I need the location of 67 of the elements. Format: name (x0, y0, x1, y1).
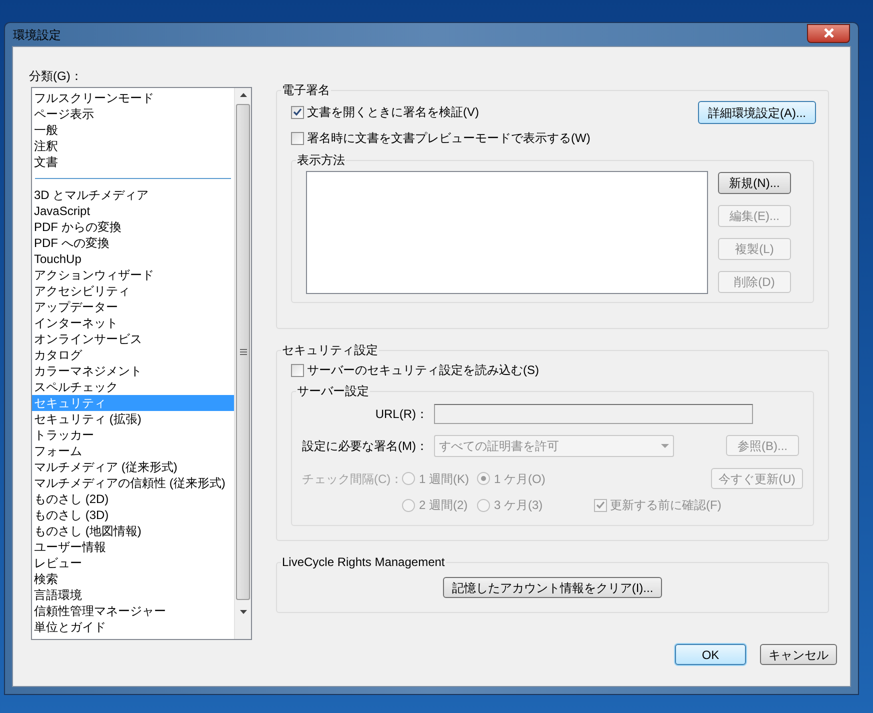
checkbox[interactable] (291, 106, 304, 118)
checkbox-label: サーバーのセキュリティ設定を読み込む(S) (307, 362, 539, 379)
dropdown-arrow-icon (661, 444, 669, 448)
window-title: 環境設定 (13, 26, 61, 44)
url-label: URL(R)： (374, 406, 429, 423)
ok-button[interactable]: OK (675, 644, 746, 665)
category-item[interactable]: ものさし (地図情報) (32, 523, 234, 539)
category-item[interactable]: 信頼性管理マネージャー (32, 603, 234, 619)
category-item[interactable]: 注釈 (32, 138, 234, 154)
category-item[interactable]: アクションウィザード (32, 267, 234, 283)
group-title: セキュリティ設定 (281, 342, 379, 359)
category-item[interactable]: マルチメディアの信頼性 (従来形式) (32, 475, 234, 491)
checkbox-label: 文書を開くときに署名を検証(V) (307, 104, 479, 121)
category-item[interactable]: TouchUp (32, 251, 234, 267)
group-title: サーバー設定 (296, 383, 370, 400)
category-item[interactable]: PDF への変換 (32, 235, 234, 251)
checkbox-label: 署名時に文書を文書プレビューモードで表示する(W) (307, 130, 590, 147)
group-title: 電子署名 (281, 82, 331, 99)
signature-label: 設定に必要な署名(M)： (301, 438, 429, 455)
scroll-down-icon[interactable] (240, 610, 246, 614)
clear-account-button[interactable]: 記憶したアカウント情報をクリア(I)... (442, 577, 662, 598)
checkbox[interactable] (291, 132, 304, 144)
category-item[interactable]: ユーザー情報 (32, 539, 234, 555)
close-button[interactable] (807, 24, 850, 42)
category-item[interactable]: カラーマネジメント (32, 363, 234, 379)
checkbox-label: 更新する前に確認(F) (610, 497, 722, 514)
category-item[interactable]: 検索 (32, 571, 234, 587)
category-item[interactable]: JavaScript (32, 203, 234, 219)
category-item[interactable]: 3D とマルチメディア (32, 187, 234, 203)
close-icon (822, 28, 834, 38)
interval-label: チェック間隔(C)： (302, 470, 402, 488)
group-title: LiveCycle Rights Management (281, 554, 446, 571)
category-item[interactable]: 単位とガイド (32, 619, 234, 635)
grip-icon (240, 349, 246, 355)
category-item[interactable]: マルチメディア (従来形式) (32, 459, 234, 475)
appearance-button[interactable]: 新規(N)... (718, 172, 791, 194)
category-item[interactable]: レビュー (32, 555, 234, 571)
scroll-up-icon[interactable] (240, 93, 246, 97)
cancel-button[interactable]: キャンセル (760, 644, 837, 665)
category-item[interactable]: ページ表示 (32, 106, 234, 122)
category-item[interactable]: ものさし (2D) (32, 491, 234, 507)
category-item[interactable]: オンラインサービス (32, 331, 234, 347)
checkbox[interactable] (291, 364, 304, 376)
radio-label: 2 週間(2) (419, 497, 468, 514)
scrollbar-thumb[interactable] (236, 104, 250, 600)
category-item[interactable]: フルスクリーンモード (32, 90, 234, 106)
category-item[interactable]: アクセシビリティ (32, 283, 234, 299)
category-item[interactable]: 一般 (32, 122, 234, 138)
advanced-settings-button[interactable]: 詳細環境設定(A)... (698, 101, 816, 124)
group-title: 表示方法 (296, 152, 346, 169)
category-item[interactable]: PDF からの変換 (32, 219, 234, 235)
category-item[interactable]: カタログ (32, 347, 234, 363)
category-item[interactable]: ものさし (3D) (32, 507, 234, 523)
radio-label: 3 ケ月(3) (494, 497, 543, 514)
radio-label: 1 ケ月(O) (494, 470, 546, 488)
radio-label: 1 週間(K) (419, 470, 470, 488)
category-item[interactable]: フォーム (32, 443, 234, 459)
category-item[interactable]: トラッカー (32, 427, 234, 443)
category-label: 分類(G)： (29, 68, 84, 83)
scrollbar[interactable] (234, 88, 251, 639)
category-item[interactable]: 文書 (32, 154, 234, 170)
category-item[interactable]: インターネット (32, 315, 234, 331)
category-item[interactable]: アップデーター (32, 299, 234, 315)
category-item[interactable]: スペルチェック (32, 379, 234, 395)
category-item[interactable]: 言語環境 (32, 587, 234, 603)
appearance-list[interactable] (306, 171, 708, 294)
category-item[interactable]: セキュリティ (拡張) (32, 411, 234, 427)
